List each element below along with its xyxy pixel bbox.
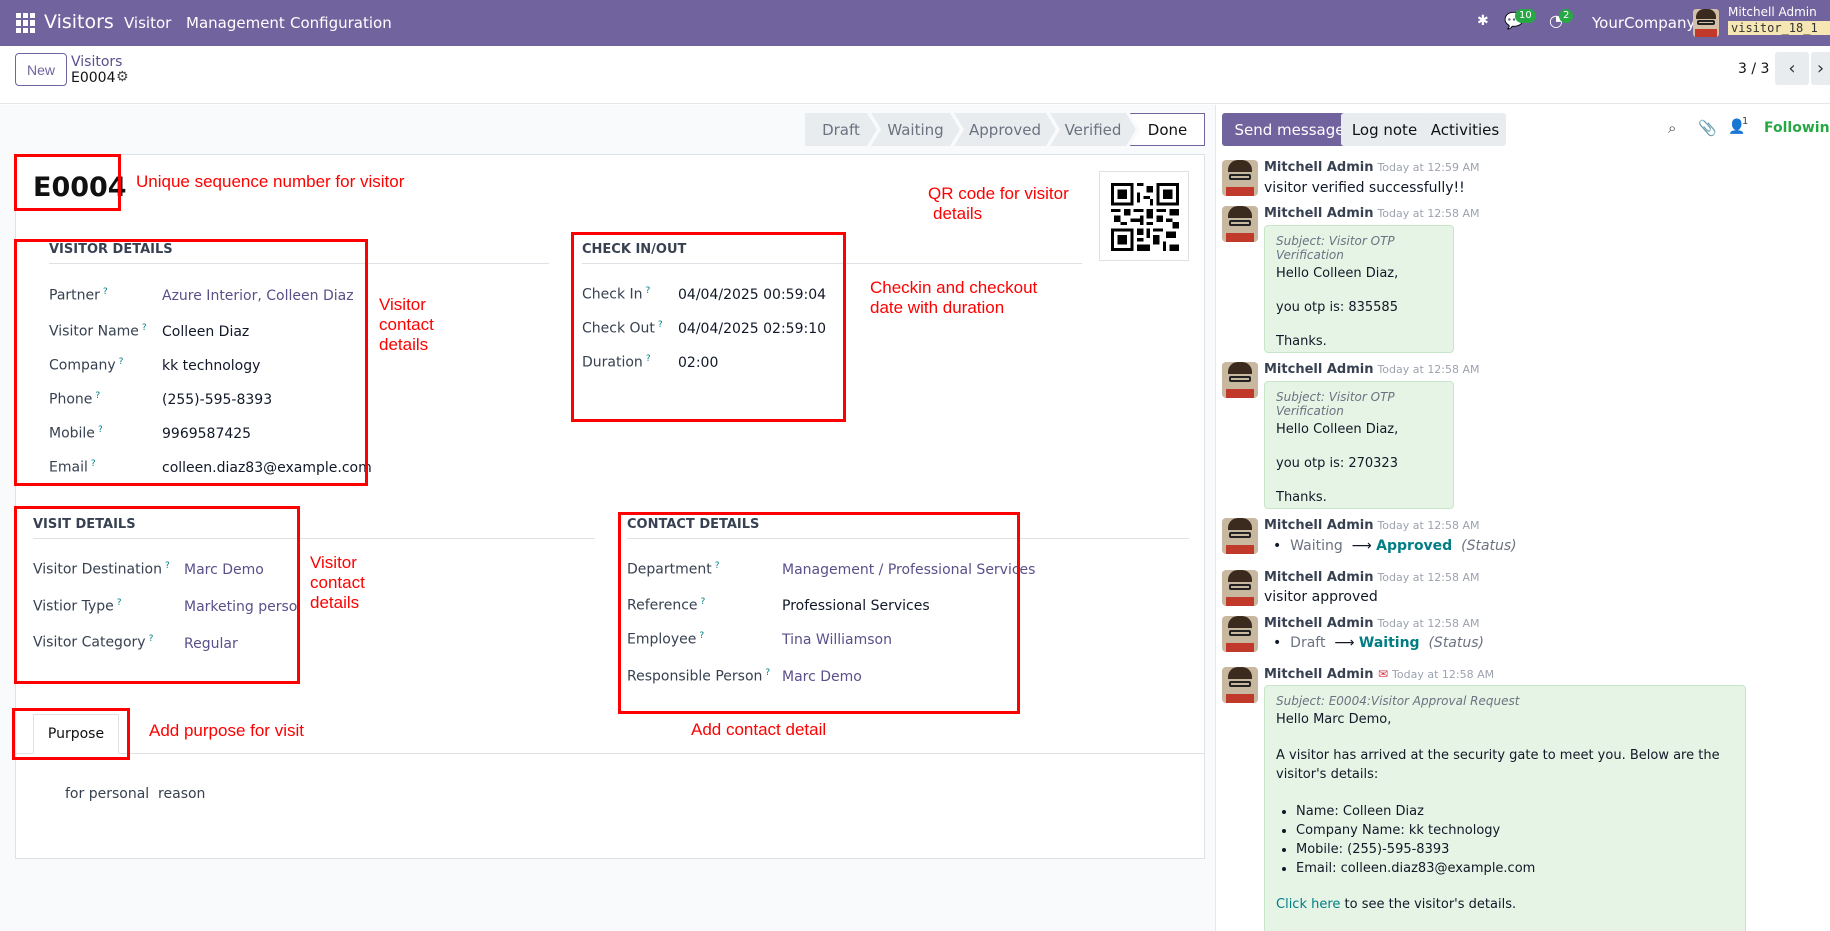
chat-badge: 10 (1515, 9, 1536, 23)
message-list: Name: Colleen Diaz Company Name: kk tech… (1276, 802, 1734, 878)
list-item: Name: Colleen Diaz (1296, 802, 1734, 821)
message-body: visitor approved (1264, 589, 1378, 605)
tracking-value: • Draft ⟶ Waiting (Status) (1273, 635, 1485, 651)
annotation-box-check-inout (571, 232, 846, 422)
avatar (1222, 667, 1258, 703)
chevron-right-icon: › (1816, 58, 1825, 79)
purpose-text[interactable]: for personal reason (65, 786, 205, 802)
avatar (1222, 518, 1258, 554)
annotation-visitor-contact-1: Visitor (379, 295, 426, 314)
message-line: Thanks. (1276, 490, 1327, 505)
avatar (1222, 206, 1258, 242)
menu-visitor[interactable]: Visitor (124, 14, 171, 32)
qr-code (1099, 171, 1189, 261)
message-author[interactable]: Mitchell Admin Today at 12:58 AM (1264, 616, 1480, 631)
top-navbar: Visitors Visitor Management Configuratio… (0, 0, 1830, 46)
activity-badge: 2 (1559, 9, 1574, 23)
message-bubble: Subject: Visitor OTP Verification Hello … (1264, 381, 1454, 509)
following-toggle[interactable]: Following (1764, 120, 1830, 136)
message-author[interactable]: Mitchell Admin Today at 12:58 AM (1264, 362, 1480, 377)
annotation-box-title (14, 154, 121, 211)
annotation-contact: Add contact detail (691, 720, 827, 739)
activities-button[interactable]: Activities (1424, 113, 1506, 146)
status-verified[interactable]: Verified (1050, 113, 1136, 146)
message-bubble: Subject: Visitor OTP Verification Hello … (1264, 225, 1454, 353)
annotation-visit-contact-2: contact (310, 573, 365, 592)
message-subject: Subject: E0004:Visitor Approval Request (1276, 694, 1520, 708)
list-item: Email: colleen.diaz83@example.com (1296, 859, 1734, 878)
annotation-visit-contact-1: Visitor (310, 553, 357, 572)
message-author[interactable]: Mitchell Admin Today at 12:58 AM (1264, 518, 1480, 533)
pager-value[interactable]: 3 / 3 (1738, 61, 1769, 77)
message-line: you otp is: 270323 (1276, 456, 1398, 471)
annotation-visit-contact-3: details (310, 593, 360, 612)
annotation-box-purpose-tab (12, 708, 130, 760)
list-item: Mobile: (255)-595-8393 (1296, 840, 1734, 859)
message-bubble: Subject: E0004:Visitor Approval Request … (1264, 685, 1746, 931)
annotation-checkin-2: date with duration (870, 298, 1005, 317)
user-avatar[interactable] (1693, 9, 1719, 37)
status-draft[interactable]: Draft (805, 113, 877, 146)
breadcrumb-visitors[interactable]: Visitors (71, 54, 122, 70)
apps-menu-icon[interactable] (16, 13, 36, 33)
status-waiting[interactable]: Waiting (871, 113, 960, 146)
control-panel (0, 46, 1830, 104)
search-icon[interactable]: ⌕ (1668, 119, 1676, 137)
annotation-visitor-contact-2: contact (379, 315, 434, 334)
app-name[interactable]: Visitors (44, 11, 114, 33)
message-intro: A visitor has arrived at the security ga… (1276, 748, 1720, 782)
message-subject: Subject: Visitor OTP Verification (1276, 234, 1395, 262)
avatar (1222, 616, 1258, 652)
pager-next-button[interactable]: › (1811, 52, 1830, 85)
message-author[interactable]: Mitchell Admin Today at 12:59 AM (1264, 160, 1480, 175)
link-suffix: to see the visitor's details. (1340, 897, 1517, 912)
list-item: Company Name: kk technology (1296, 821, 1734, 840)
annotation-box-visitor-details (14, 239, 368, 486)
pager-prev-button[interactable]: ‹ (1775, 52, 1809, 85)
annotation-visitor-contact-3: details (379, 335, 429, 354)
notebook-divider (15, 753, 1205, 754)
status-done[interactable]: Done (1130, 113, 1205, 146)
click-here-link[interactable]: Click here (1276, 897, 1340, 912)
status-approved[interactable]: Approved (954, 113, 1056, 146)
annotation-box-visit-details (14, 506, 300, 684)
message-line: you otp is: 835585 (1276, 300, 1398, 315)
record-breadcrumb: E0004 (71, 70, 116, 86)
database-name: visitor_18_1 (1728, 21, 1830, 35)
message-author[interactable]: Mitchell Admin Today at 12:58 AM (1264, 570, 1480, 585)
message-greeting: Hello Marc Demo, (1276, 712, 1392, 727)
gear-icon[interactable]: ⚙ (116, 69, 129, 85)
message-author[interactable]: Mitchell Admin Today at 12:58 AM (1264, 206, 1480, 221)
tracking-value: • Waiting ⟶ Approved (Status) (1273, 538, 1517, 554)
annotation-box-contact-details (618, 512, 1020, 714)
annotation-checkin-1: Checkin and checkout (870, 278, 1038, 297)
message-author[interactable]: Mitchell Admin ✉ Today at 12:58 AM (1264, 667, 1494, 682)
annotation-purpose: Add purpose for visit (149, 721, 304, 740)
avatar (1222, 570, 1258, 606)
message-line: Hello Colleen Diaz, (1276, 422, 1399, 437)
company-switcher[interactable]: YourCompany (1592, 14, 1695, 32)
annotation-qr-2: details (933, 204, 983, 223)
send-message-button[interactable]: Send message (1222, 113, 1357, 146)
message-body: visitor verified successfully!! (1264, 180, 1465, 196)
message-line: Thanks. (1276, 334, 1327, 349)
menu-management[interactable]: Management (186, 14, 285, 32)
annotation-qr-1: QR code for visitor (928, 184, 1069, 203)
menu-configuration[interactable]: Configuration (290, 14, 392, 32)
new-button[interactable]: New (15, 53, 67, 86)
bug-icon[interactable]: ✱ (1477, 13, 1489, 29)
envelope-icon: ✉ (1377, 667, 1389, 681)
log-note-button[interactable]: Log note (1341, 113, 1428, 146)
annotation-sequence: Unique sequence number for visitor (136, 172, 405, 191)
follower-count: 1 (1742, 116, 1749, 127)
paperclip-icon[interactable]: 📎 (1698, 119, 1717, 137)
user-name[interactable]: Mitchell Admin (1728, 5, 1817, 19)
message-subject: Subject: Visitor OTP Verification (1276, 390, 1395, 418)
chevron-left-icon: ‹ (1788, 58, 1796, 79)
message-line: Hello Colleen Diaz, (1276, 266, 1399, 281)
avatar (1222, 362, 1258, 398)
avatar (1222, 160, 1258, 196)
